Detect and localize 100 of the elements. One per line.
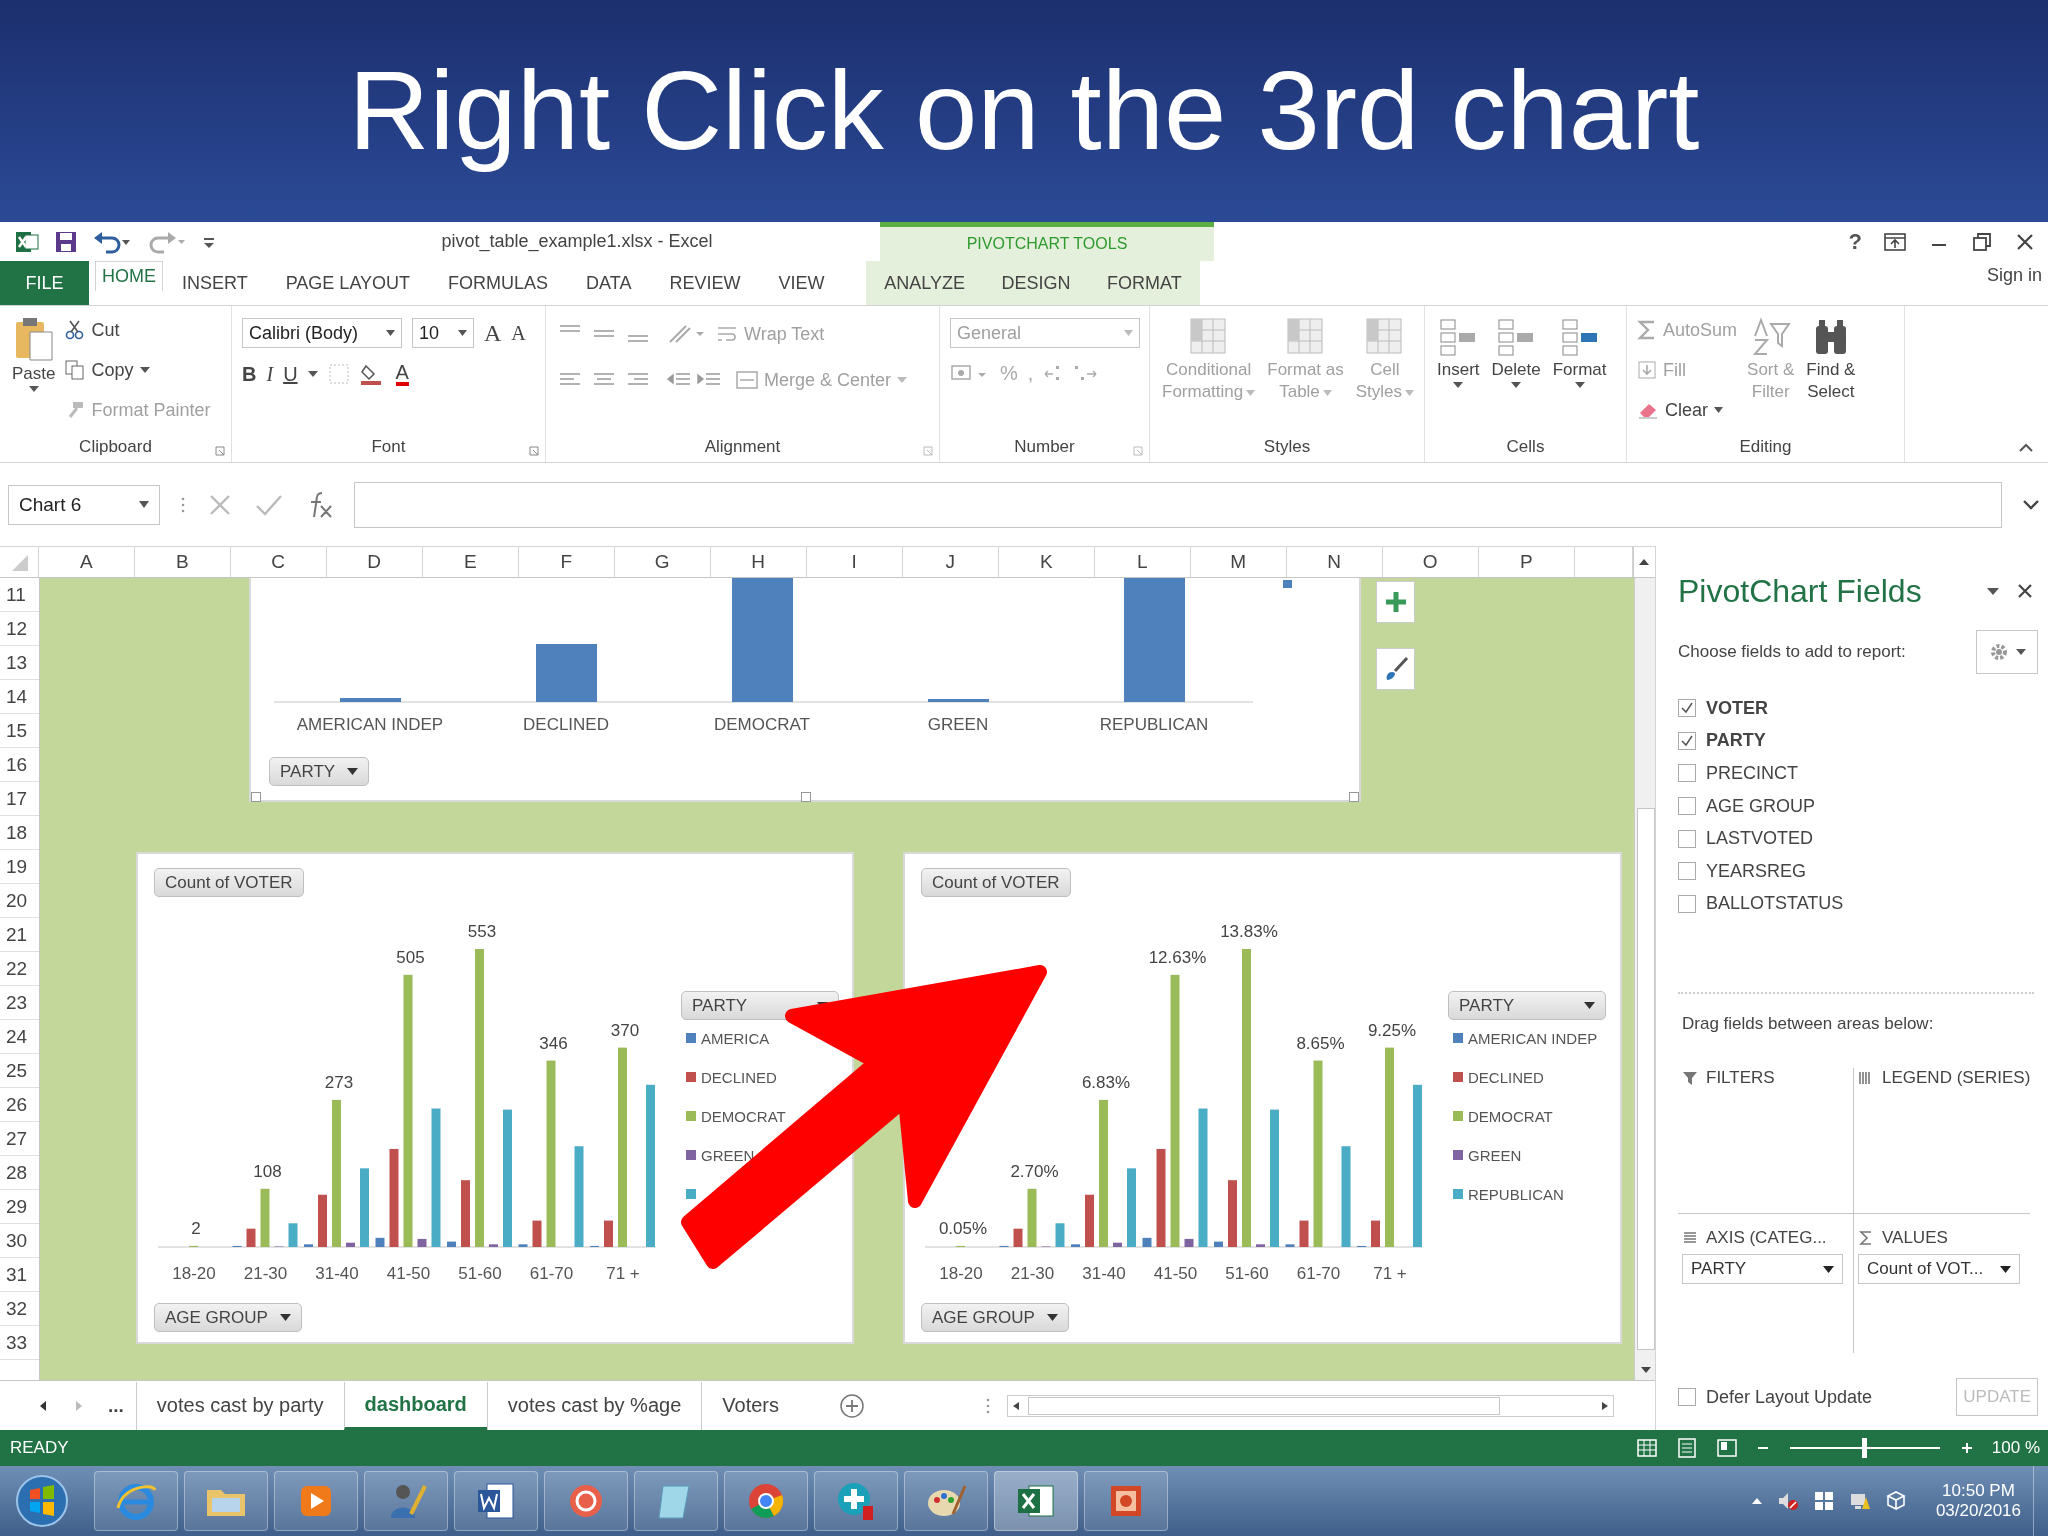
selection-handle[interactable]	[251, 792, 261, 802]
scrollbar-thumb[interactable]	[1636, 808, 1655, 1350]
row-header[interactable]: 29	[0, 1190, 39, 1224]
row-header[interactable]: 14	[0, 680, 39, 714]
zoom-slider-thumb[interactable]	[1861, 1438, 1867, 1458]
defer-checkbox[interactable]	[1678, 1388, 1696, 1406]
grow-font-button[interactable]: A	[484, 319, 502, 347]
cells-button[interactable]: Delete	[1489, 314, 1543, 391]
page-layout-view-icon[interactable]	[1675, 1438, 1698, 1458]
row-header[interactable]: 31	[0, 1258, 39, 1292]
settings-button[interactable]	[1976, 630, 2038, 674]
selection-handle[interactable]	[801, 792, 811, 802]
column-header[interactable]: M	[1190, 547, 1287, 577]
pane-options-icon[interactable]	[1986, 586, 2000, 596]
column-header[interactable]: E	[422, 547, 519, 577]
field-checkbox[interactable]	[1678, 731, 1696, 750]
sheet-tab[interactable]: dashboard	[343, 1381, 487, 1430]
row-header[interactable]: 16	[0, 748, 39, 782]
taskbar-app-button[interactable]	[364, 1471, 448, 1531]
row-header[interactable]: 30	[0, 1224, 39, 1258]
row-header[interactable]: 26	[0, 1088, 39, 1122]
chart-area[interactable]: Count of VOTER 2 108 273 505 553 346 370 18-20 21-30 31-40 41-50 51-60 61-70 71 + PARTY AMERICA DECLINED DEMOCRAT GREEN AGE GROUP	[136, 852, 854, 1344]
cut-button[interactable]: Cut	[65, 314, 211, 346]
column-header[interactable]: O	[1382, 547, 1479, 577]
normal-view-icon[interactable]	[1635, 1438, 1658, 1458]
dialog-launcher-icon[interactable]	[529, 446, 539, 456]
help-button[interactable]: ?	[1848, 228, 1862, 255]
value-field-button[interactable]: Count of VOTER	[154, 868, 304, 897]
ribbon-tab[interactable]: FILE	[0, 261, 89, 305]
ribbon-tab[interactable]: HOME	[95, 261, 163, 291]
taskbar-app-button[interactable]	[274, 1471, 358, 1531]
field-checkbox[interactable]	[1678, 699, 1696, 718]
field-checkbox[interactable]	[1678, 862, 1696, 881]
ribbon-display-icon[interactable]	[1883, 230, 1907, 253]
taskbar-app-button[interactable]	[184, 1471, 268, 1531]
chart-area[interactable]: AMERICAN INDEP DECLINED DEMOCRAT GREEN REPUBLICAN PARTY	[249, 578, 1361, 802]
ribbon-tab[interactable]: FORMAT	[1099, 261, 1190, 305]
ribbon-tab[interactable]: VIEW	[759, 261, 844, 305]
row-header[interactable]: 15	[0, 714, 39, 748]
shrink-font-button[interactable]: A	[511, 321, 526, 345]
paste-button[interactable]: Paste	[10, 314, 58, 395]
field-checkbox[interactable]	[1678, 829, 1696, 848]
sign-in-link[interactable]: Sign in	[1200, 261, 2048, 305]
row-header[interactable]: 23	[0, 986, 39, 1020]
chart-styles-button[interactable]	[1376, 648, 1415, 690]
start-button-icon[interactable]	[14, 1473, 70, 1529]
column-header[interactable]: A	[38, 547, 135, 577]
column-header[interactable]: P	[1478, 547, 1575, 577]
column-header[interactable]: C	[230, 547, 327, 577]
taskbar-app-button[interactable]	[634, 1471, 718, 1531]
chart-area[interactable]: Count of VOTER 0.05% 2.70% 6.83% 12.63% 13.83% 8.65% 9.25% 18-20 21-30 31-40 41-50 51-60 61-70 71 + PARTY AMERICAN INDEP DECLINED DEMOCRAT GREEN REPUBLICAN AGE GROUP	[903, 852, 1622, 1344]
field-checkbox[interactable]	[1678, 894, 1696, 913]
sheet-tab[interactable]: votes cast by %age	[486, 1381, 702, 1430]
cells-button[interactable]: Insert	[1435, 314, 1482, 391]
row-header[interactable]: 21	[0, 918, 39, 952]
font-size-dropdown[interactable]: 10	[412, 318, 474, 348]
column-header[interactable]: D	[326, 547, 423, 577]
column-header[interactable]: K	[998, 547, 1095, 577]
row-header[interactable]: 27	[0, 1122, 39, 1156]
cells-button[interactable]: Format	[1550, 314, 1609, 391]
chart-elements-button[interactable]	[1376, 581, 1415, 623]
horizontal-scrollbar[interactable]	[1007, 1394, 1614, 1417]
field-checkbox[interactable]	[1678, 764, 1696, 783]
column-header[interactable]: B	[134, 547, 231, 577]
row-header[interactable]: 22	[0, 952, 39, 986]
area-field-dropdown[interactable]: Count of VOT...	[1858, 1254, 2020, 1284]
row-header[interactable]: 24	[0, 1020, 39, 1054]
taskbar-app-button[interactable]	[904, 1471, 988, 1531]
find-select-button[interactable]: Find & Select	[1804, 314, 1858, 405]
ribbon-tab[interactable]: FORMULAS	[429, 261, 568, 305]
collapse-ribbon-icon[interactable]	[2018, 442, 2034, 452]
row-header[interactable]: 33	[0, 1326, 39, 1360]
taskbar-app-button[interactable]	[814, 1471, 898, 1531]
row-header[interactable]: 19	[0, 850, 39, 884]
taskbar-app-button[interactable]	[454, 1471, 538, 1531]
zoom-in-icon[interactable]	[1959, 1441, 1974, 1455]
ribbon-tab[interactable]: INSERT	[163, 261, 267, 305]
value-field-button[interactable]: Count of VOTER	[921, 868, 1071, 897]
taskbar-app-button[interactable]	[994, 1471, 1078, 1531]
page-break-view-icon[interactable]	[1715, 1438, 1738, 1458]
field-checkbox[interactable]	[1678, 797, 1696, 816]
sheet-tab[interactable]: votes cast by party	[135, 1381, 344, 1430]
font-color-button[interactable]: A	[395, 362, 409, 386]
clear-button[interactable]: Clear	[1637, 394, 1738, 426]
ribbon-tab[interactable]: ANALYZE	[876, 261, 973, 305]
restore-icon[interactable]	[1971, 230, 1993, 253]
ribbon-tab[interactable]: REVIEW	[650, 261, 760, 305]
formula-input[interactable]	[354, 481, 2002, 528]
column-header[interactable]: F	[518, 547, 615, 577]
save-icon[interactable]	[54, 229, 78, 254]
copy-button[interactable]: Copy	[65, 354, 211, 386]
name-box[interactable]: Chart 6	[8, 484, 160, 525]
zoom-slider[interactable]	[1787, 1438, 1942, 1458]
row-header[interactable]: 32	[0, 1292, 39, 1326]
new-sheet-icon[interactable]	[839, 1392, 865, 1419]
dialog-launcher-icon[interactable]	[1133, 446, 1143, 456]
taskbar-clock[interactable]: 10:50 PM 03/20/2016	[1935, 1481, 2021, 1521]
row-header[interactable]: 17	[0, 782, 39, 816]
area-field-dropdown[interactable]: PARTY	[1682, 1254, 1843, 1284]
column-header[interactable]: I	[806, 547, 903, 577]
